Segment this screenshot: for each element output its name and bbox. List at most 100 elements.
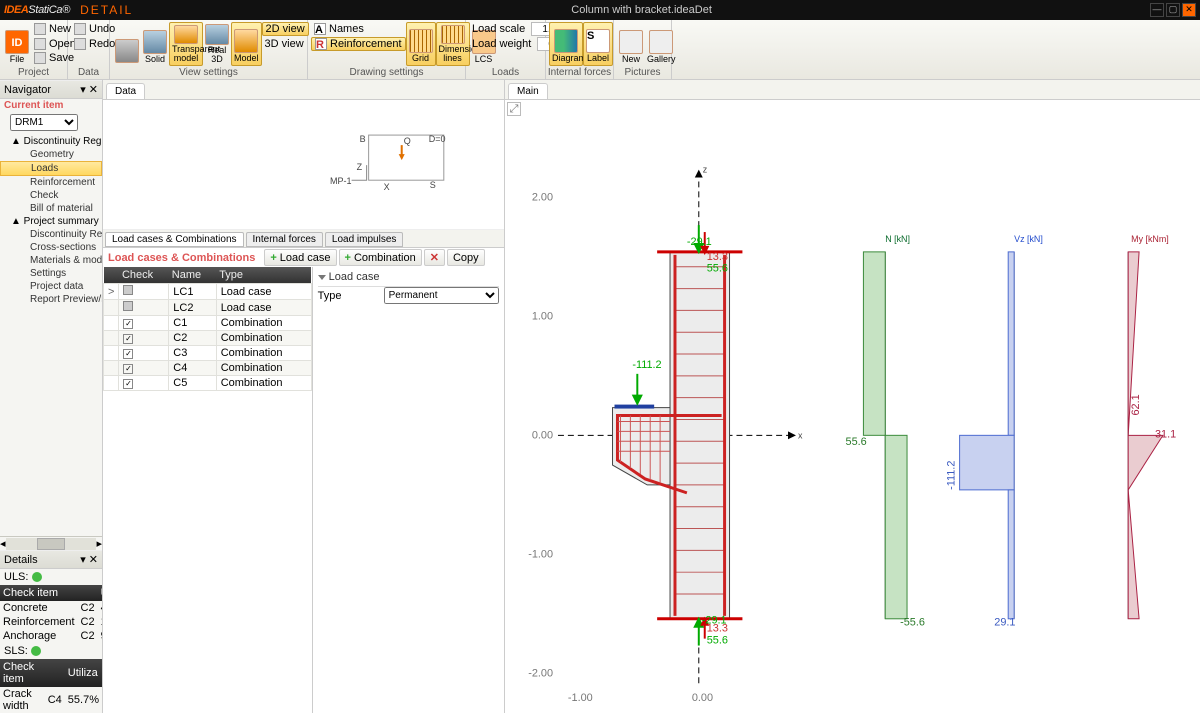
svg-text:-1.00: -1.00: [528, 548, 553, 560]
table-row[interactable]: >LC1Load case: [104, 284, 312, 300]
tab-load-impulses[interactable]: Load impulses: [325, 232, 403, 247]
label-button[interactable]: SLabel: [583, 22, 613, 66]
main-viewer: Main ⤢ 2.00 1.00 0.00 -1.00 -2.00 -1.00 …: [505, 80, 1200, 713]
sls-label: SLS:: [0, 643, 102, 659]
real3d-button[interactable]: Real 3D: [203, 22, 231, 66]
navigator-panel: Navigator▾ ✕ Current item DRM1 ▲ Discont…: [0, 80, 103, 713]
file-button[interactable]: IDFile: [3, 22, 31, 66]
dimlines-button[interactable]: Dimension lines: [436, 22, 470, 66]
delete-button[interactable]: ✕: [424, 249, 445, 266]
expand-icon[interactable]: ⤢: [507, 102, 521, 116]
nav-item[interactable]: Materials & models: [0, 254, 102, 267]
gallery-button[interactable]: Gallery: [645, 22, 678, 66]
nav-item[interactable]: Check: [0, 189, 102, 202]
group-project-label: Project: [0, 67, 67, 78]
svg-text:-111.2: -111.2: [632, 359, 661, 371]
group-data-label: Data: [68, 67, 109, 78]
view3d-button[interactable]: 3D view: [262, 37, 309, 51]
section-title: Load cases & Combinations: [103, 250, 260, 266]
nav-item[interactable]: Project data: [0, 280, 102, 293]
svg-text:55.6: 55.6: [846, 436, 867, 448]
data-panel: Data B D=0 MP-1 Q Z X S Load cases & Com…: [103, 80, 505, 713]
nav-hscroll[interactable]: ◂▸: [0, 536, 102, 550]
transparent-button[interactable]: Transparent model: [169, 22, 203, 66]
type-select[interactable]: Permanent: [384, 287, 499, 304]
svg-text:Vz [kN]: Vz [kN]: [1014, 234, 1043, 244]
brand-reg: ®: [62, 4, 70, 16]
svg-text:S: S: [430, 180, 436, 190]
product-line: DETAIL: [80, 3, 133, 17]
svg-text:x: x: [798, 430, 803, 440]
svg-text:-111.2: -111.2: [946, 461, 958, 490]
nav-item[interactable]: Reinforcement: [0, 176, 102, 189]
sls-table: Check itemUtiliza Crack widthC455.7%: [0, 659, 102, 713]
add-combination-button[interactable]: +Combination: [339, 249, 422, 266]
nav-item[interactable]: ▲ Project summary: [0, 215, 102, 228]
svg-text:29.1: 29.1: [994, 617, 1015, 629]
nav-item[interactable]: Discontinuity Region: [0, 228, 102, 241]
tab-data[interactable]: Data: [106, 83, 145, 99]
titlebar: IDEA StatiCa ® DETAIL Column with bracke…: [0, 0, 1200, 20]
svg-text:My [kNm]: My [kNm]: [1131, 234, 1169, 244]
svg-text:0.00: 0.00: [532, 429, 553, 441]
diagram-button[interactable]: Diagram: [549, 22, 583, 66]
svg-text:2.00: 2.00: [532, 191, 553, 203]
nav-item[interactable]: Settings: [0, 267, 102, 280]
model-button[interactable]: Model: [231, 22, 262, 66]
group-draw-label: Drawing settings: [308, 67, 465, 78]
svg-text:-55.6: -55.6: [900, 617, 925, 629]
svg-text:MP-1: MP-1: [330, 176, 352, 186]
loadcase-table[interactable]: Check Name Type >LC1Load caseLC2Load cas…: [103, 267, 312, 391]
table-row[interactable]: ✓C5Combination: [104, 376, 312, 391]
add-loadcase-button[interactable]: +Load case: [264, 249, 336, 266]
ok-icon: [32, 572, 42, 582]
nav-item[interactable]: Report Preview/Print: [0, 293, 102, 306]
navigator-header: Navigator▾ ✕: [0, 80, 102, 99]
tab-loadcases[interactable]: Load cases & Combinations: [105, 232, 244, 247]
solid-button[interactable]: Solid: [141, 22, 169, 66]
svg-text:55.6: 55.6: [707, 263, 728, 275]
names-button[interactable]: ANames: [311, 22, 406, 36]
property-panel: Load case Type Permanent: [313, 267, 504, 713]
svg-text:z: z: [703, 165, 708, 175]
svg-text:62.1: 62.1: [1130, 394, 1142, 415]
reinforcement-button[interactable]: RReinforcement: [311, 37, 406, 51]
close-icon[interactable]: ✕: [1182, 3, 1196, 17]
nav-tree: ▲ Discontinuity RegionGeometryLoadsReinf…: [0, 135, 102, 536]
view2d-button[interactable]: 2D view: [262, 22, 309, 36]
svg-text:1.00: 1.00: [532, 310, 553, 322]
table-row[interactable]: ✓C4Combination: [104, 361, 312, 376]
current-item-select[interactable]: DRM1: [10, 114, 78, 131]
uls-table: Check itemUtiliza ConcreteC243.5%Reinfor…: [0, 585, 103, 643]
table-row[interactable]: LC2Load case: [104, 300, 312, 316]
restore-icon[interactable]: ▢: [1166, 3, 1180, 17]
grid-button[interactable]: Grid: [406, 22, 436, 66]
brand-name: StatiCa: [28, 4, 62, 16]
ribbon: IDFile New Open Save Project Undo Redo D…: [0, 20, 1200, 80]
group-forces-label: Internal forces: [546, 67, 613, 78]
viewmode-button[interactable]: [113, 22, 141, 66]
nav-item[interactable]: Cross-sections: [0, 241, 102, 254]
copy-button[interactable]: Copy: [447, 249, 485, 266]
details-header: Details▾ ✕: [0, 550, 102, 569]
group-pics-label: Pictures: [614, 67, 671, 78]
new-picture-button[interactable]: New: [617, 22, 645, 66]
nav-item[interactable]: Bill of material: [0, 202, 102, 215]
tab-main[interactable]: Main: [508, 83, 548, 99]
nav-item[interactable]: Loads: [0, 161, 102, 176]
svg-text:Z: Z: [357, 162, 363, 172]
svg-text:13.3: 13.3: [707, 251, 728, 263]
minimize-icon[interactable]: —: [1150, 3, 1164, 17]
drawing-canvas[interactable]: 2.00 1.00 0.00 -1.00 -2.00 -1.00 0.00 x …: [505, 118, 1200, 713]
svg-text:-2.00: -2.00: [528, 667, 553, 679]
svg-text:-29.1: -29.1: [702, 615, 727, 627]
svg-text:Q: Q: [404, 136, 411, 146]
table-row[interactable]: ✓C3Combination: [104, 346, 312, 361]
table-row[interactable]: ✓C1Combination: [104, 316, 312, 331]
svg-text:-29.1: -29.1: [687, 236, 712, 248]
type-label: Type: [318, 290, 378, 302]
nav-item[interactable]: ▲ Discontinuity Region: [0, 135, 102, 148]
tab-internal-forces[interactable]: Internal forces: [246, 232, 323, 247]
nav-item[interactable]: Geometry: [0, 148, 102, 161]
table-row[interactable]: ✓C2Combination: [104, 331, 312, 346]
